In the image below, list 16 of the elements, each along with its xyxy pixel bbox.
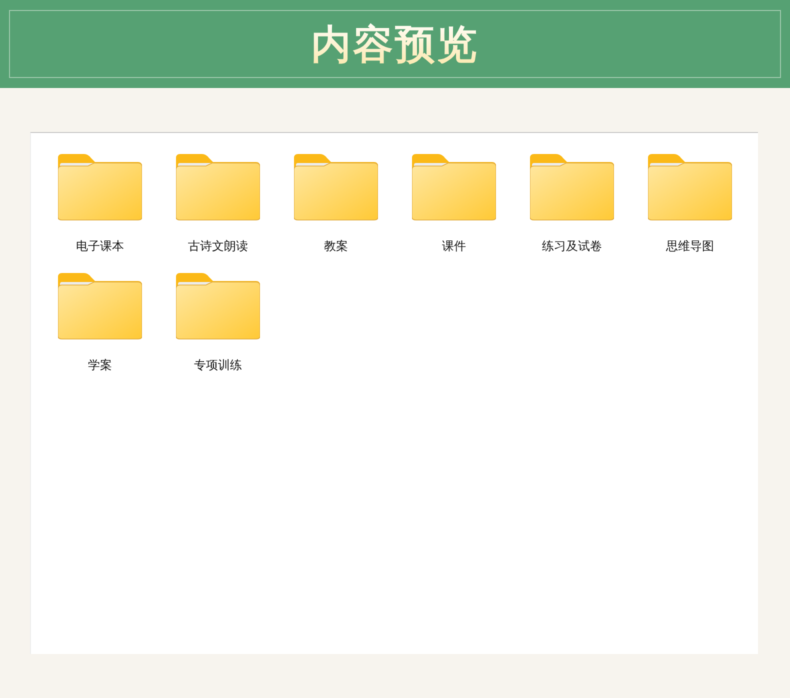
folder-icon (58, 154, 142, 221)
folder-icon (176, 273, 260, 340)
folder-icon (294, 154, 378, 221)
folder-label[interactable]: 学案 (88, 357, 112, 373)
folder-label[interactable]: 教案 (324, 238, 348, 254)
folder-icon (58, 273, 142, 340)
folder-icon (530, 154, 614, 221)
folder-icon (412, 154, 496, 221)
folder-label[interactable]: 古诗文朗读 (188, 238, 248, 254)
folder-icon (176, 154, 260, 221)
folder-label[interactable]: 练习及试卷 (542, 238, 602, 254)
folder-icon (648, 154, 732, 221)
folder-label[interactable]: 课件 (442, 238, 466, 254)
folder-label[interactable]: 专项训练 (194, 357, 242, 373)
folder-label[interactable]: 思维导图 (666, 238, 714, 254)
folder-label[interactable]: 电子课本 (76, 238, 124, 254)
